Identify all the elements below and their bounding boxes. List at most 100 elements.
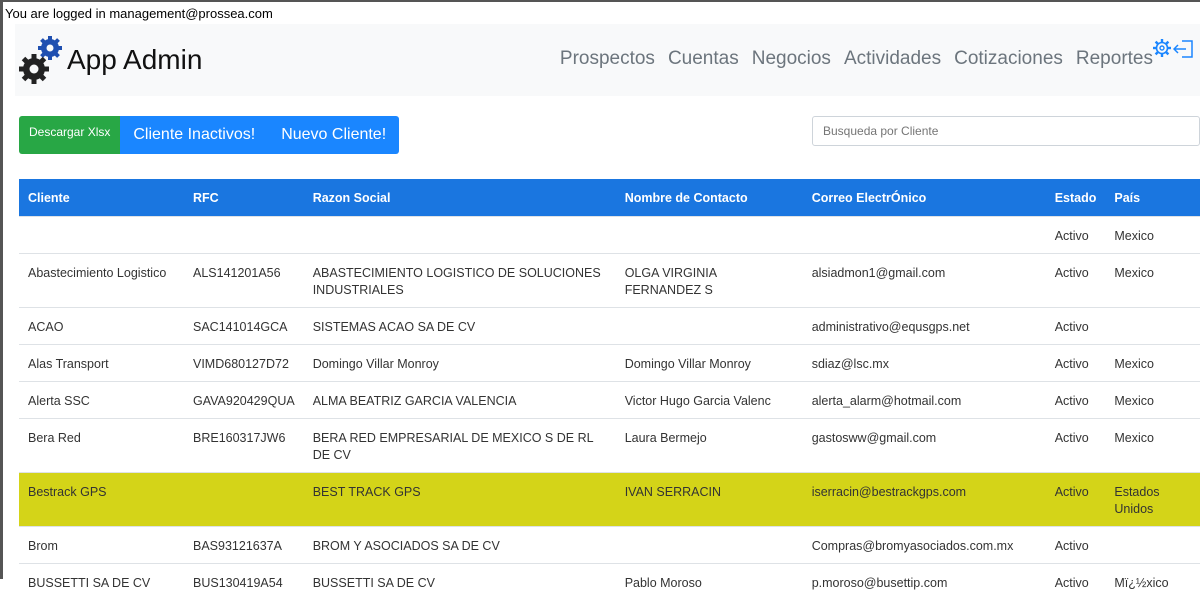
table-row[interactable]: ActivoMexico	[19, 217, 1200, 254]
inactive-clients-button[interactable]: Cliente Inactivos!	[120, 116, 268, 154]
cell-razon-social: SISTEMAS ACAO SA DE CV	[304, 308, 616, 345]
cell-contacto	[616, 527, 803, 564]
cell-razon-social: ALMA BEATRIZ GARCIA VALENCIA	[304, 382, 616, 419]
cell-razon-social	[304, 217, 616, 254]
clients-table-body: ActivoMexicoAbastecimiento LogisticoALS1…	[19, 217, 1200, 600]
cell-correo: iserracin@bestrackgps.com	[803, 473, 1046, 527]
cell-cliente: Bera Red	[19, 419, 184, 473]
cell-razon-social: BROM Y ASOCIADOS SA DE CV	[304, 527, 616, 564]
cell-razon-social: BEST TRACK GPS	[304, 473, 616, 527]
nav-reportes[interactable]: Reportes	[1076, 48, 1153, 70]
cell-contacto: Laura Bermejo	[616, 419, 803, 473]
table-row[interactable]: BUSSETTI SA DE CVBUS130419A54BUSSETTI SA…	[19, 564, 1200, 600]
cell-cliente: ACAO	[19, 308, 184, 345]
table-row[interactable]: Bera RedBRE160317JW6BERA RED EMPRESARIAL…	[19, 419, 1200, 473]
nav-cuentas[interactable]: Cuentas	[668, 48, 739, 70]
cell-razon-social: Domingo Villar Monroy	[304, 345, 616, 382]
cell-rfc: ALS141201A56	[184, 254, 304, 308]
clients-table: Cliente RFC Razon Social Nombre de Conta…	[19, 179, 1200, 600]
nav-negocios[interactable]: Negocios	[752, 48, 831, 70]
action-toolbar: Descargar Xlsx Cliente Inactivos! Nuevo …	[19, 116, 399, 154]
cell-correo: administrativo@equsgps.net	[803, 308, 1046, 345]
cell-contacto	[616, 308, 803, 345]
cell-correo: sdiaz@lsc.mx	[803, 345, 1046, 382]
cell-pais: Mexico	[1105, 419, 1200, 473]
new-client-button[interactable]: Nuevo Cliente!	[268, 116, 399, 154]
login-status: You are logged in management@prossea.com	[5, 6, 273, 21]
cell-estado: Activo	[1046, 217, 1106, 254]
download-xlsx-button[interactable]: Descargar Xlsx	[19, 116, 120, 154]
cell-cliente: Brom	[19, 527, 184, 564]
cell-correo: alsiadmon1@gmail.com	[803, 254, 1046, 308]
logout-icon[interactable]	[1173, 38, 1195, 60]
cell-correo	[803, 217, 1046, 254]
cell-pais: Mexico	[1105, 345, 1200, 382]
cell-estado: Activo	[1046, 382, 1106, 419]
cell-razon-social: BUSSETTI SA DE CV	[304, 564, 616, 600]
cell-correo: gastosww@gmail.com	[803, 419, 1046, 473]
cell-razon-social: ABASTECIMIENTO LOGISTICO DE SOLUCIONES I…	[304, 254, 616, 308]
cell-estado: Activo	[1046, 473, 1106, 527]
cell-cliente	[19, 217, 184, 254]
cell-razon-social: BERA RED EMPRESARIAL DE MEXICO S DE RL D…	[304, 419, 616, 473]
cell-contacto: IVAN SERRACIN	[616, 473, 803, 527]
cell-contacto: Domingo Villar Monroy	[616, 345, 803, 382]
cell-rfc: BUS130419A54	[184, 564, 304, 600]
table-header-row: Cliente RFC Razon Social Nombre de Conta…	[19, 179, 1200, 217]
cell-pais	[1105, 527, 1200, 564]
cell-pais: Mï¿½xico	[1105, 564, 1200, 600]
cell-pais: Mexico	[1105, 254, 1200, 308]
cell-pais: Mexico	[1105, 217, 1200, 254]
cell-contacto: Victor Hugo Garcia Valenc	[616, 382, 803, 419]
nav-prospectos[interactable]: Prospectos	[560, 48, 655, 70]
cell-correo: p.moroso@busettip.com	[803, 564, 1046, 600]
table-row[interactable]: Abastecimiento LogisticoALS141201A56ABAS…	[19, 254, 1200, 308]
table-row[interactable]: BromBAS93121637ABROM Y ASOCIADOS SA DE C…	[19, 527, 1200, 564]
cell-cliente: Alas Transport	[19, 345, 184, 382]
brand[interactable]: App Admin	[19, 32, 202, 88]
cell-rfc: VIMD680127D72	[184, 345, 304, 382]
cell-pais: Mexico	[1105, 382, 1200, 419]
col-razon-social[interactable]: Razon Social	[304, 179, 616, 217]
table-row[interactable]: Alas TransportVIMD680127D72Domingo Villa…	[19, 345, 1200, 382]
cell-rfc: BRE160317JW6	[184, 419, 304, 473]
nav-cotizaciones[interactable]: Cotizaciones	[954, 48, 1063, 70]
cell-rfc: BAS93121637A	[184, 527, 304, 564]
cell-rfc	[184, 473, 304, 527]
col-pais[interactable]: País	[1105, 179, 1200, 217]
cell-cliente: BUSSETTI SA DE CV	[19, 564, 184, 600]
gears-logo-icon	[19, 34, 65, 86]
cell-contacto: OLGA VIRGINIA FERNANDEZ S	[616, 254, 803, 308]
col-contacto[interactable]: Nombre de Contacto	[616, 179, 803, 217]
col-rfc[interactable]: RFC	[184, 179, 304, 217]
cell-rfc: SAC141014GCA	[184, 308, 304, 345]
main-nav: Prospectos Cuentas Negocios Actividades …	[560, 48, 1153, 70]
navbar: App Admin Prospectos Cuentas Negocios Ac…	[15, 24, 1200, 96]
col-correo[interactable]: Correo ElectrÓnico	[803, 179, 1046, 217]
client-search-input[interactable]	[812, 116, 1200, 146]
col-estado[interactable]: Estado	[1046, 179, 1106, 217]
gear-icon[interactable]	[1152, 38, 1172, 58]
cell-estado: Activo	[1046, 254, 1106, 308]
cell-contacto	[616, 217, 803, 254]
table-row[interactable]: ACAOSAC141014GCASISTEMAS ACAO SA DE CV ad…	[19, 308, 1200, 345]
cell-correo: alerta_alarm@hotmail.com	[803, 382, 1046, 419]
table-row[interactable]: Bestrack GPS BEST TRACK GPSIVAN SERRACINi…	[19, 473, 1200, 527]
nav-actividades[interactable]: Actividades	[844, 48, 941, 70]
cell-cliente: Alerta SSC	[19, 382, 184, 419]
cell-contacto: Pablo Moroso	[616, 564, 803, 600]
cell-pais	[1105, 308, 1200, 345]
cell-rfc: GAVA920429QUA	[184, 382, 304, 419]
cell-pais: Estados Unidos	[1105, 473, 1200, 527]
cell-estado: Activo	[1046, 527, 1106, 564]
cell-estado: Activo	[1046, 564, 1106, 600]
cell-rfc	[184, 217, 304, 254]
table-row[interactable]: Alerta SSCGAVA920429QUAALMA BEATRIZ GARC…	[19, 382, 1200, 419]
cell-correo: Compras@bromyasociados.com.mx	[803, 527, 1046, 564]
col-cliente[interactable]: Cliente	[19, 179, 184, 217]
cell-estado: Activo	[1046, 345, 1106, 382]
cell-cliente: Bestrack GPS	[19, 473, 184, 527]
cell-estado: Activo	[1046, 308, 1106, 345]
cell-estado: Activo	[1046, 419, 1106, 473]
brand-title: App Admin	[67, 44, 202, 76]
